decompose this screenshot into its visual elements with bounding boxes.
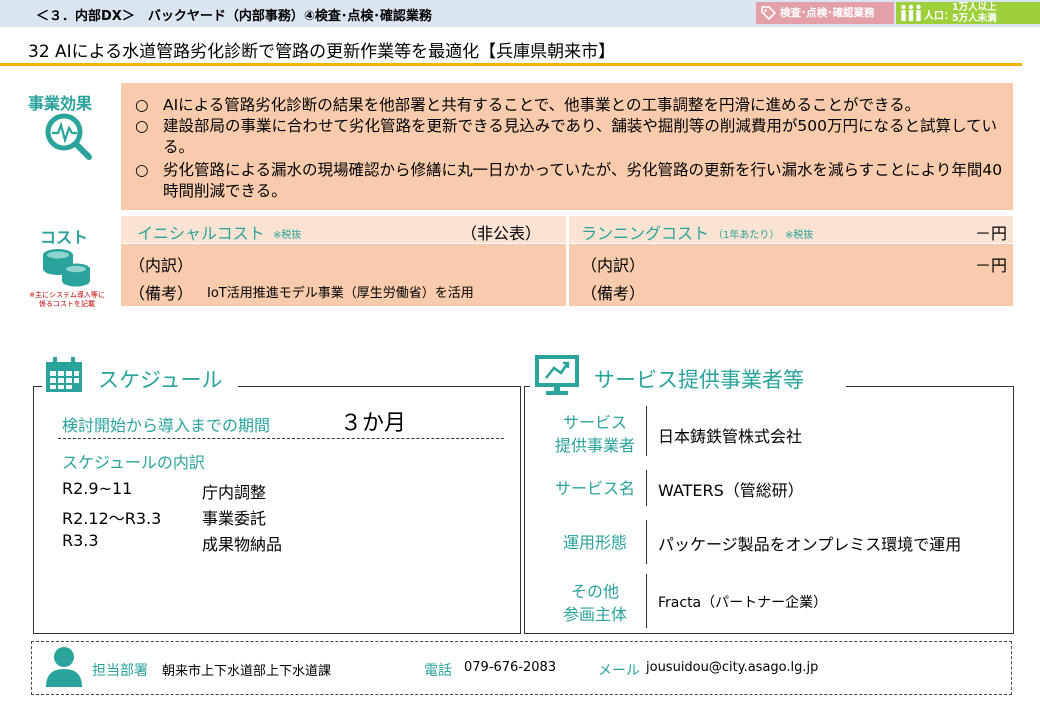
magnifier-chart-icon xyxy=(45,113,92,160)
initial-cost-tax: ※税抜 xyxy=(273,230,302,241)
provider-other-value: Fracta（パートナー企業） xyxy=(658,595,828,611)
running-cost-tax: ※税抜 xyxy=(785,230,814,241)
provider-label-other: その他 参画主体 xyxy=(540,580,650,626)
calendar-icon xyxy=(46,357,82,392)
effect-text: AIによる管路劣化診断の結果を他部署と共有することで、他事業との工事調整を円滑に… xyxy=(163,96,921,114)
initial-remark-text: IoT活用推進モデル事業（厚生労働省）を活用 xyxy=(207,286,474,301)
running-cost-value: －円 xyxy=(974,224,1007,243)
cost-label: コスト xyxy=(40,228,89,247)
population-range-line2: 5万人未満 xyxy=(952,13,997,24)
title-underline xyxy=(0,63,1022,66)
schedule-row-item: 事業委託 xyxy=(202,509,267,528)
provider-label-company: サービス 提供事業者 xyxy=(540,411,650,457)
bullet: ○ xyxy=(135,161,149,179)
provider-label-service: サービス名 xyxy=(554,479,635,498)
provider-company-value: 日本鋳鉄管株式会社 xyxy=(658,427,803,446)
provider-operation-value: パッケージ製品をオンプレミス環境で運用 xyxy=(658,535,962,554)
bullet: ○ xyxy=(135,117,149,135)
initial-cost-value: （非公表） xyxy=(461,224,542,243)
header-title: ＜３．内部DX＞ バックヤード（内部事務）④検査･点検･確認業務 xyxy=(36,9,432,24)
contact-tel-value[interactable]: 079-676-2083 xyxy=(464,660,556,675)
category-tag-label: 検査･点検･確認業務 xyxy=(780,7,875,19)
schedule-title: スケジュール xyxy=(98,368,223,392)
provider-label-operation: 運用形態 xyxy=(562,533,627,552)
people-icon xyxy=(901,4,921,21)
bullet: ○ xyxy=(135,96,149,114)
population-range-line1: 1万人以上 xyxy=(952,2,997,13)
effect-text: 建設部局の事業に合わせて劣化管路を更新できる見込みであり、舗装や掘削等の削減費用… xyxy=(163,117,998,156)
schedule-row-date: R2.12～R3.3 xyxy=(62,509,162,528)
initial-cost-box: イニシャルコスト ※税抜 （非公表） （内訳） （備考） IoT活用推進モデル事… xyxy=(121,216,566,306)
category-tag: 検査･点検･確認業務 xyxy=(756,2,894,24)
tag-icon xyxy=(761,6,777,21)
initial-remark-label: （備考） xyxy=(129,284,194,303)
running-remark-label: （備考） xyxy=(581,284,646,303)
schedule-row-item: 庁内調整 xyxy=(202,483,267,502)
population-tag: 人口： 1万人以上 5万人未満 xyxy=(896,2,1040,24)
contact-tel-label: 電話 xyxy=(424,663,452,679)
schedule-period-value: ３か月 xyxy=(340,411,407,436)
effect-box: ○ AIによる管路劣化診断の結果を他部署と共有することで、他事業との工事調整を円… xyxy=(121,83,1013,210)
schedule-row-date: R3.3 xyxy=(62,531,99,550)
monitor-icon xyxy=(535,355,579,395)
label-line1: サービス xyxy=(562,413,627,432)
contact-mail-label: メール xyxy=(598,663,640,679)
initial-cost-title: イニシャルコスト xyxy=(137,224,265,243)
provider-title: サービス提供事業者等 xyxy=(594,368,804,392)
population-range: 1万人以上 5万人未満 xyxy=(952,2,997,24)
running-cost-box: ランニングコスト （1年あたり） ※税抜 －円 （内訳） －円 （備考） xyxy=(569,216,1013,306)
running-breakdown-value: －円 xyxy=(974,256,1007,275)
effect-text: 劣化管路による漏水の現場確認から修繕に丸一日かかっていたが、劣化管路の更新を行い… xyxy=(163,161,1003,200)
running-cost-title: ランニングコスト xyxy=(581,224,710,243)
cost-note: ※主にシステム導入等に係るコストを記載 xyxy=(29,291,105,308)
label-line1: その他 xyxy=(570,582,619,601)
schedule-row-date: R2.9~11 xyxy=(62,479,133,498)
effect-label: 事業効果 xyxy=(28,94,93,113)
running-breakdown-label: （内訳） xyxy=(581,256,646,275)
person-icon xyxy=(46,647,82,687)
initial-breakdown-label: （内訳） xyxy=(129,256,194,275)
schedule-row-item: 成果物納品 xyxy=(202,535,283,554)
schedule-period-label: 検討開始から導入までの期間 xyxy=(62,416,271,435)
case-title: 32 AIによる水道管路劣化診断で管路の更新作業等を最適化【兵庫県朝来市】 xyxy=(28,42,616,62)
provider-service-value: WATERS（管総研） xyxy=(658,481,804,500)
contact-dept-label: 担当部署 xyxy=(92,663,148,679)
contact-mail-link[interactable]: jousuidou@city.asago.lg.jp xyxy=(646,660,818,675)
running-cost-period: （1年あたり） xyxy=(713,230,780,241)
label-line2: 参画主体 xyxy=(562,605,627,624)
label-line2: 提供事業者 xyxy=(554,436,635,455)
coins-icon xyxy=(43,249,90,287)
contact-dept-value: 朝来市上下水道部上下水道課 xyxy=(162,664,332,679)
schedule-breakdown-label: スケジュールの内訳 xyxy=(62,453,205,472)
schedule-divider xyxy=(58,438,504,439)
population-label: 人口： xyxy=(924,11,954,22)
